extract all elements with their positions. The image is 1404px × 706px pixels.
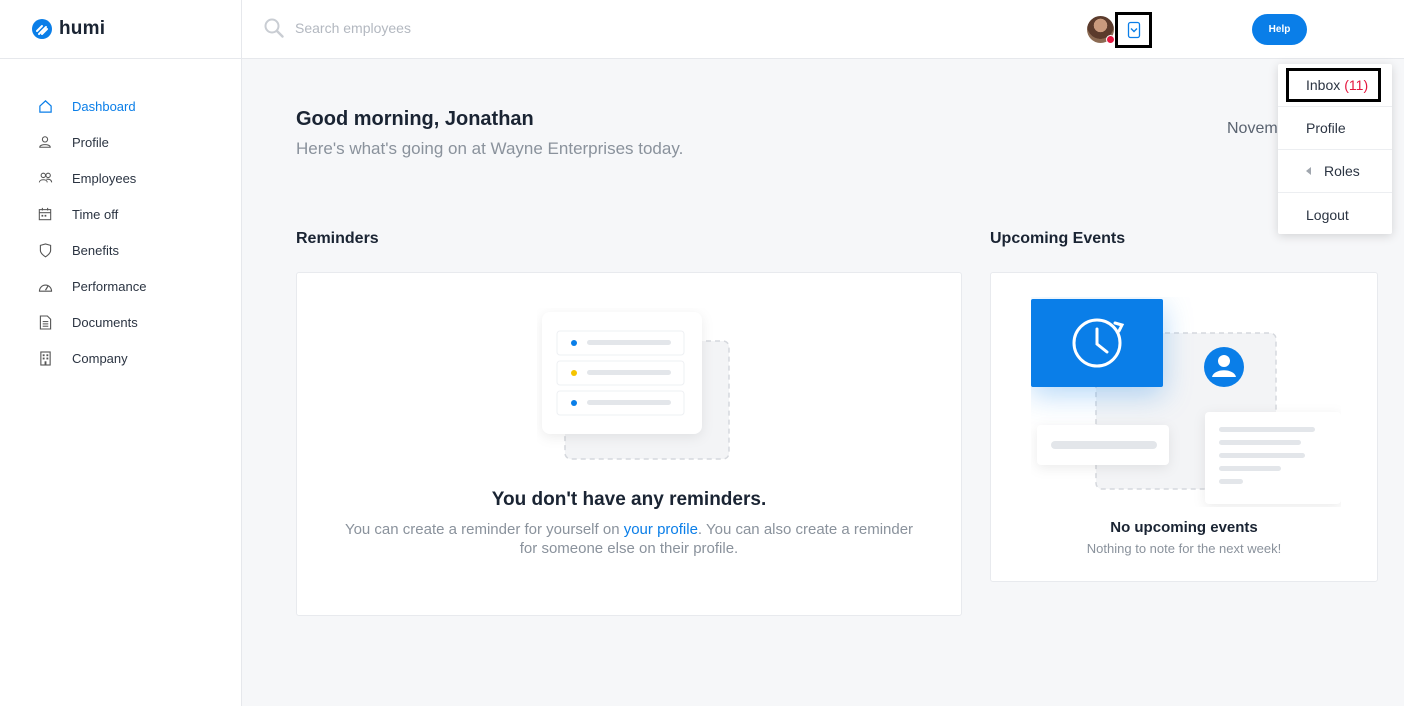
logo[interactable]: humi [0,0,241,59]
search-input[interactable] [295,20,595,36]
events-empty-title: No upcoming events [1110,519,1258,536]
reminders-empty-text: You can create a reminder for yourself o… [337,520,921,558]
sidebar: humi Dashboard Profile Employees Time of… [0,0,242,706]
sidebar-nav: Dashboard Profile Employees Time off Ben… [0,59,241,376]
shield-icon [37,242,53,258]
menu-item-logout[interactable]: Logout [1278,193,1392,236]
calendar-icon [37,206,53,222]
top-bar: Help [242,0,1404,59]
sidebar-item-label: Company [72,350,128,366]
menu-item-label: Roles [1324,163,1360,179]
sidebar-item-label: Benefits [72,242,119,258]
home-icon [37,98,53,114]
menu-item-label: Inbox [1306,77,1341,93]
reminders-text-start: You can create a reminder for yourself o… [344,521,624,538]
building-icon [37,350,53,366]
sidebar-item-company[interactable]: Company [0,340,241,376]
inbox-count-badge: (11) [1344,77,1369,93]
reminders-heading: Reminders [296,230,379,247]
humi-logo-icon [32,19,52,39]
gauge-icon [37,278,53,294]
current-date: Novem [1227,120,1277,137]
events-heading: Upcoming Events [990,230,1126,247]
events-empty-text: Nothing to note for the next week! [1086,541,1282,556]
search-icon [264,18,284,38]
sidebar-item-profile[interactable]: Profile [0,124,241,160]
sidebar-item-label: Performance [72,278,147,294]
sidebar-item-label: Employees [72,170,137,186]
sidebar-item-label: Dashboard [72,98,136,114]
sidebar-item-benefits[interactable]: Benefits [0,232,241,268]
page-title: Good morning, Jonathan [296,108,534,130]
account-menu-toggle[interactable] [1115,12,1152,48]
menu-item-label: Logout [1306,206,1349,223]
events-card: No upcoming events Nothing to note for t… [990,272,1378,582]
sidebar-item-label: Time off [72,206,119,222]
sidebar-item-time-off[interactable]: Time off [0,196,241,232]
caret-left-icon [1306,167,1311,175]
menu-item-label: Profile [1306,120,1346,136]
sidebar-item-documents[interactable]: Documents [0,304,241,340]
sidebar-item-performance[interactable]: Performance [0,268,241,304]
sidebar-item-label: Profile [72,134,109,150]
search [264,18,595,38]
document-icon [37,314,53,330]
your-profile-link[interactable]: your profile [624,521,698,538]
help-button[interactable]: Help [1252,14,1307,45]
user-icon [37,134,53,150]
reminders-empty-title: You don't have any reminders. [491,489,767,510]
sidebar-item-label: Documents [72,314,138,330]
menu-item-profile[interactable]: Profile [1278,107,1392,150]
notification-dot [1106,35,1115,44]
sidebar-item-dashboard[interactable]: Dashboard [0,88,241,124]
page-subtitle: Here's what's going on at Wayne Enterpri… [296,139,684,158]
sidebar-item-employees[interactable]: Employees [0,160,241,196]
logo-text: humi [59,18,106,39]
users-icon [37,170,53,186]
menu-item-inbox[interactable]: Inbox (11) [1286,68,1381,102]
reminders-card: You don't have any reminders. You can cr… [296,272,962,616]
chevron-down-icon [1127,21,1140,39]
reminders-illustration [542,312,730,460]
events-illustration [1031,299,1341,504]
menu-item-roles[interactable]: Roles [1278,150,1392,193]
